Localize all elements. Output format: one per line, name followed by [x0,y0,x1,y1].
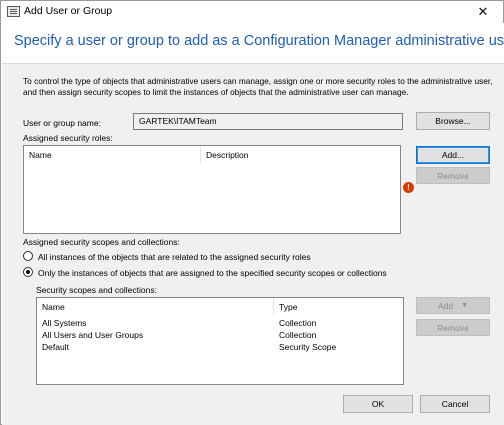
assigned-scopes-label: Assigned security scopes and collections… [23,237,180,247]
list-item[interactable]: All Users and User Groups Collection [37,330,403,342]
add-scope-label: Add [437,300,454,311]
add-role-button[interactable]: Add... [416,146,490,164]
column-header-name[interactable]: Name [24,146,201,163]
add-user-or-group-dialog: Add User or Group ✕ Specify a user or gr… [0,0,504,425]
window-title: Add User or Group [24,5,113,17]
close-icon[interactable]: ✕ [469,3,497,21]
cancel-button[interactable]: Cancel [420,395,490,413]
list-item-type: Collection [279,330,317,340]
add-scope-button[interactable]: Add ▼ [416,297,490,314]
remove-role-button[interactable]: Remove [416,167,490,184]
radio-specified-scopes[interactable] [23,267,33,277]
radio-all-instances-label[interactable]: All instances of the objects that are re… [38,252,311,262]
dialog-header: Specify a user or group to add as a Conf… [2,23,504,63]
remove-scope-button[interactable]: Remove [416,319,490,336]
user-or-group-input[interactable]: GARTEK\ITAMTeam [133,113,403,130]
dialog-body: To control the type of objects that admi… [2,63,504,425]
security-scopes-list[interactable]: Name Type All Systems Collection All Use… [36,297,404,385]
assigned-roles-label: Assigned security roles: [23,133,113,143]
roles-list-header: Name Description [24,146,400,163]
scopes-list-header: Name Type [37,298,403,315]
user-or-group-label: User or group name: [23,118,101,128]
title-bar: Add User or Group ✕ [1,1,503,23]
page-title: Specify a user or group to add as a Conf… [14,33,504,49]
list-item[interactable]: All Systems Collection [37,318,403,330]
radio-all-instances[interactable] [23,251,33,261]
radio-specified-scopes-label[interactable]: Only the instances of objects that are a… [38,268,387,278]
chevron-down-icon: ▼ [461,302,469,309]
ok-button[interactable]: OK [343,395,413,413]
error-icon: ! [403,182,414,193]
security-scopes-label: Security scopes and collections: [36,285,157,295]
column-header-description[interactable]: Description [201,146,401,163]
column-header-type[interactable]: Type [274,298,404,315]
description-text: To control the type of objects that admi… [23,76,493,97]
list-item-name: All Users and User Groups [42,330,144,340]
list-item-name: All Systems [42,318,87,328]
list-item[interactable]: Default Security Scope [37,342,403,354]
window-icon [7,6,20,17]
list-item-name: Default [42,342,69,352]
list-item-type: Security Scope [279,342,337,352]
browse-button[interactable]: Browse... [416,112,490,130]
list-item-type: Collection [279,318,317,328]
security-roles-list[interactable]: Name Description [23,145,401,234]
column-header-name[interactable]: Name [37,298,274,315]
